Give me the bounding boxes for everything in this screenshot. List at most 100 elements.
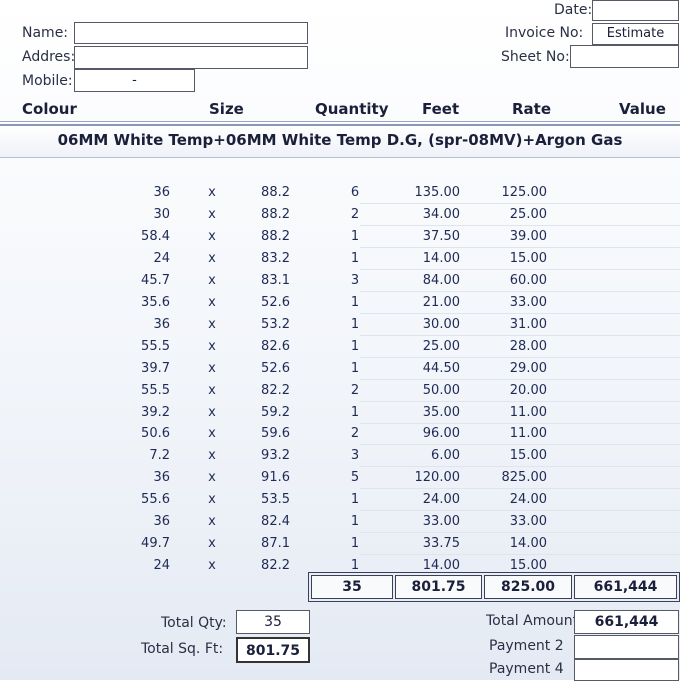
cell-quantity: 5 [350,470,360,486]
cell-feet: 33.75 [422,536,460,552]
name-field[interactable] [74,22,308,44]
cell-times: x [208,382,216,398]
row-divider [360,400,680,402]
name-label: Name: [22,25,69,41]
payment2-field[interactable] [574,635,679,659]
total-qty-cell: 35 [311,575,393,599]
cell-height: 82.2 [261,382,290,398]
cell-quantity: 1 [350,316,360,332]
invoice-field[interactable]: Estimate [592,23,679,45]
cell-feet: 14.00 [422,250,460,266]
product-title: 06MM White Temp+06MM White Temp D.G, (sp… [57,131,623,149]
cell-quantity: 2 [350,206,360,222]
col-size: Size [209,100,244,118]
cell-times: x [208,250,216,266]
total-qty-label: Total Qty: [161,615,227,631]
cell-rate: 125.00 [501,185,548,200]
cell-width: 49.7 [141,536,170,552]
cell-width: 55.5 [141,382,170,398]
cell-quantity: 1 [350,404,360,420]
address-field[interactable] [74,46,308,69]
cell-quantity: 1 [350,492,360,508]
sheet-label: Sheet No: [501,49,570,65]
cell-quantity: 1 [350,294,360,310]
table-row: 35.6 x 52.6 1 21.00 33.00 [0,293,680,315]
cell-quantity: 1 [350,338,360,354]
total-amount-label: Total Amount [486,613,579,629]
cell-rate: 31.00 [509,316,547,332]
cell-rate: 11.00 [509,404,547,420]
row-divider [360,422,680,424]
cell-width: 36 [153,470,170,486]
cell-height: 91.6 [261,470,290,486]
col-colour: Colour [22,100,77,118]
cell-width: 45.7 [141,272,170,288]
col-value: Value [619,100,666,118]
cell-quantity: 1 [350,250,360,266]
cell-width: 58.4 [141,228,170,244]
cell-times: x [208,404,216,420]
table-row: 36 x 53.2 1 30.00 31.00 [0,315,680,337]
payment4-field[interactable] [574,659,679,681]
cell-feet: 25.00 [422,338,460,354]
col-feet: Feet [422,100,460,118]
cell-width: 30 [153,206,170,222]
cell-rate: 14.00 [509,536,547,552]
table-row: 24 x 83.2 1 14.00 15.00 [0,249,680,271]
cell-feet: 6.00 [431,448,460,464]
payment2-label: Payment 2 [489,638,564,654]
cell-feet: 135.00 [414,185,461,200]
cell-rate: 39.00 [509,228,547,244]
total-value-cell: 661,444 [574,575,677,599]
row-divider [360,203,680,204]
cell-feet: 96.00 [422,426,460,442]
total-rate-cell: 825.00 [484,575,572,599]
cell-height: 82.6 [261,338,290,354]
address-label: Addres: [22,49,76,65]
cell-height: 87.1 [261,536,290,552]
payment4-label: Payment 4 [489,661,564,677]
row-divider [360,356,680,358]
cell-times: x [208,536,216,552]
cell-quantity: 1 [350,558,360,574]
cell-height: 52.6 [261,294,290,310]
row-divider [360,312,680,314]
cell-width: 39.7 [141,360,170,376]
row-divider [360,290,680,292]
cell-rate: 28.00 [509,338,547,354]
cell-times: x [208,185,216,200]
cell-times: x [208,338,216,354]
date-field[interactable] [592,0,679,21]
mobile-label: Mobile: [22,73,73,89]
cell-height: 83.1 [261,272,290,288]
cell-height: 88.2 [261,228,290,244]
cell-width: 24 [153,250,170,266]
table-row: 45.7 x 83.1 3 84.00 60.00 [0,271,680,293]
cell-rate: 15.00 [509,448,547,464]
cell-times: x [208,360,216,376]
cell-times: x [208,426,216,442]
cell-feet: 50.00 [422,382,460,398]
cell-feet: 21.00 [422,294,460,310]
cell-height: 53.5 [261,492,290,508]
table-row: 39.7 x 52.6 1 44.50 29.00 [0,359,680,381]
sheet-field[interactable] [570,45,679,68]
cell-feet: 24.00 [422,492,460,508]
cell-rate: 29.00 [509,360,547,376]
total-amount-field: 661,444 [574,610,679,634]
cell-rate: 15.00 [509,558,547,574]
cell-width: 55.5 [141,338,170,354]
mobile-field[interactable]: - [74,69,195,92]
cell-width: 36 [153,316,170,332]
cell-height: 88.2 [261,206,290,222]
row-divider [360,246,680,248]
cell-width: 35.6 [141,294,170,310]
table-row: 30 x 88.2 2 34.00 25.00 [0,205,680,227]
table-row: 55.6 x 53.5 1 24.00 24.00 [0,490,680,512]
invoice-label: Invoice No: [505,25,584,41]
cell-height: 93.2 [261,448,290,464]
total-sqft-label: Total Sq. Ft: [141,641,224,657]
col-quantity: Quantity [315,100,389,118]
table-row: 58.4 x 88.2 1 37.50 39.00 [0,227,680,249]
table-row: 7.2 x 93.2 3 6.00 15.00 [0,446,680,468]
